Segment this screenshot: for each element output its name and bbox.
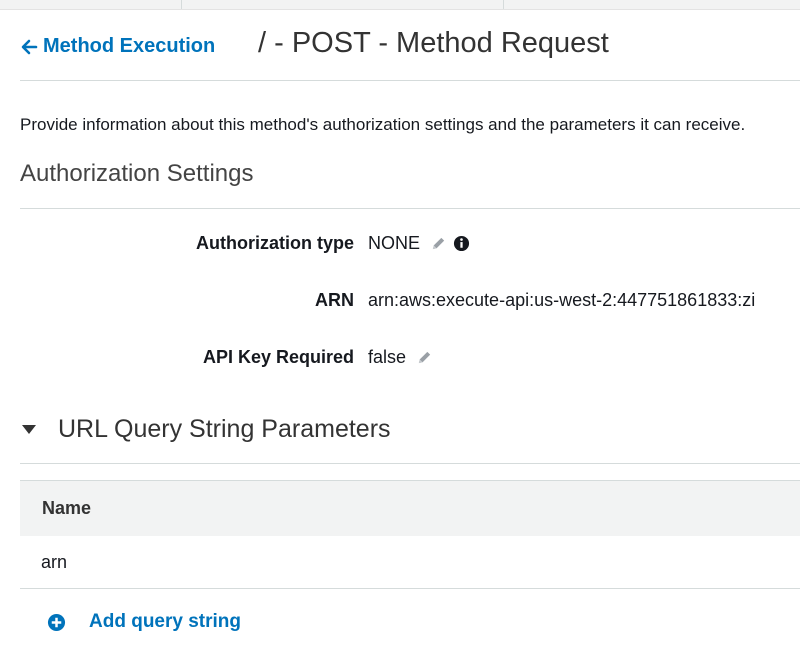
arn-value: arn:aws:execute-api:us-west-2:4477518618… xyxy=(368,290,756,310)
column-header-name: Name xyxy=(42,498,92,518)
api-key-required-row: false xyxy=(368,347,433,368)
tab-divider xyxy=(503,0,504,9)
back-link-label[interactable]: Method Execution xyxy=(43,35,215,58)
tab-divider xyxy=(181,0,182,9)
plus-circle-icon[interactable] xyxy=(47,613,66,632)
pencil-icon[interactable] xyxy=(430,235,447,252)
table-row[interactable]: arn xyxy=(20,536,800,589)
authorization-type-row: NONE xyxy=(368,233,470,254)
caret-down-icon[interactable] xyxy=(22,425,36,434)
pencil-icon[interactable] xyxy=(416,349,433,366)
api-key-required-value: false xyxy=(368,347,407,367)
url-query-string-parameters-heading: URL Query String Parameters xyxy=(58,415,391,443)
arrow-left-icon xyxy=(21,39,38,54)
info-icon[interactable] xyxy=(453,235,470,252)
authorization-settings-heading: Authorization Settings xyxy=(20,160,254,187)
section-divider xyxy=(20,208,800,209)
page-description: Provide information about this method's … xyxy=(20,115,746,134)
add-query-string-button[interactable]: Add query string xyxy=(47,611,241,633)
top-tab-strip xyxy=(0,0,800,10)
page-title: / - POST - Method Request xyxy=(258,27,609,59)
section-divider xyxy=(20,463,800,464)
url-query-string-parameters-toggle[interactable]: URL Query String Parameters xyxy=(20,415,391,444)
back-to-method-execution-link[interactable]: Method Execution xyxy=(20,35,215,58)
authorization-type-value: NONE xyxy=(368,233,421,253)
table-header-row: Name xyxy=(20,480,800,537)
query-string-name-cell: arn xyxy=(41,552,68,572)
arn-label: ARN xyxy=(315,290,354,310)
api-key-required-label: API Key Required xyxy=(202,347,354,367)
add-query-string-label[interactable]: Add query string xyxy=(89,611,241,633)
authorization-type-label: Authorization type xyxy=(196,233,354,253)
